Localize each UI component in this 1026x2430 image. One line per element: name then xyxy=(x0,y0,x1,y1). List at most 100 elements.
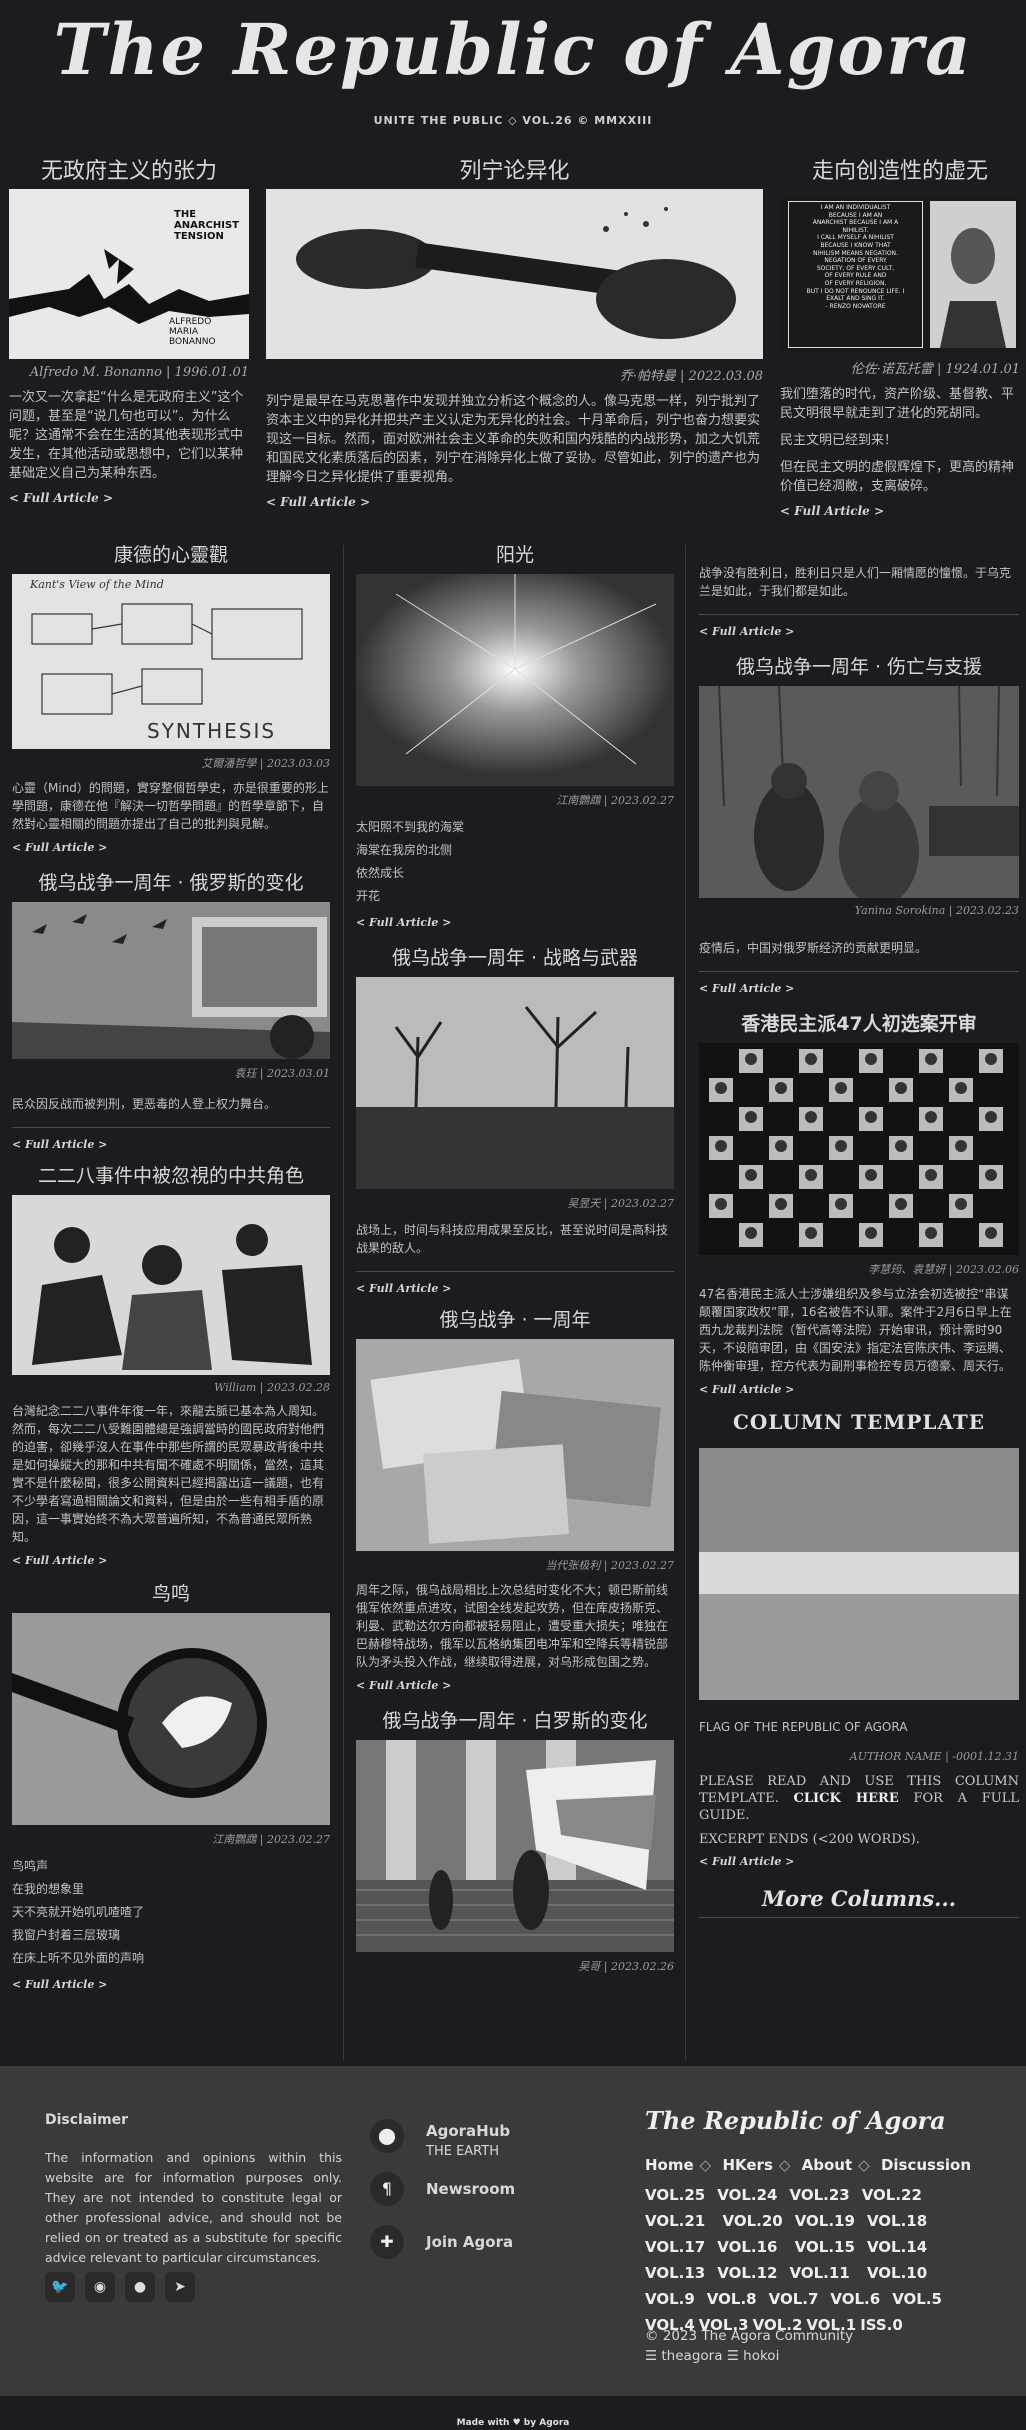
nav-hkers[interactable]: HKers xyxy=(722,2156,772,2174)
full-article-link[interactable]: < Full Article > xyxy=(356,1282,674,1295)
more-columns-link[interactable]: More Columns... xyxy=(699,1886,1019,1911)
volume-link[interactable]: VOL.14 xyxy=(867,2234,927,2260)
quote-line: SOCIETY, OF EVERY CULT, xyxy=(816,264,895,272)
article-image[interactable] xyxy=(356,977,674,1189)
quote-line: I AM AN INDIVIDUALIST xyxy=(820,204,891,211)
full-article-link[interactable]: < Full Article > xyxy=(12,1978,330,1991)
article-image[interactable] xyxy=(12,1195,330,1375)
full-article-link[interactable]: < Full Article > xyxy=(356,916,674,929)
hub-title: Newsroom xyxy=(426,2180,516,2198)
volume-link[interactable]: VOL.24 xyxy=(717,2182,777,2208)
footer-logo[interactable]: The Republic of Agora xyxy=(645,2106,946,2135)
article-title[interactable]: 列宁论异化 xyxy=(266,155,763,189)
reddit-icon[interactable]: ● xyxy=(125,2272,155,2302)
portrait-face xyxy=(805,1227,817,1239)
volume-link[interactable]: VOL.19 xyxy=(795,2208,855,2234)
article-byline: 吴哥 | 2023.02.26 xyxy=(578,1960,674,1973)
copyright: © 2023 The Agora Community xyxy=(645,2328,854,2344)
volume-link[interactable]: VOL.12 xyxy=(717,2260,777,2286)
excerpt-note: EXCERPT ENDS (<200 WORDS). xyxy=(699,1832,920,1847)
column-divider xyxy=(685,545,686,2060)
quote-line: OF EVERY RULE AND xyxy=(824,272,887,280)
volume-link[interactable]: VOL.20 xyxy=(722,2208,782,2234)
article-title[interactable]: 鸟鸣 xyxy=(12,1579,330,1609)
volume-link[interactable]: VOL.17 xyxy=(645,2234,705,2260)
volume-link[interactable]: VOL.7 xyxy=(769,2286,819,2312)
article-title[interactable]: 俄乌战争一周年 · 俄罗斯的变化 xyxy=(12,868,330,898)
article-title[interactable]: 俄乌战争一周年 · 战略与武器 xyxy=(356,943,674,973)
twitter-icon[interactable]: 🐦 xyxy=(45,2272,75,2302)
github-icon[interactable]: ◉ xyxy=(85,2272,115,2302)
article-title[interactable]: 俄乌战争一周年 · 白罗斯的变化 xyxy=(356,1706,674,1736)
volume-link[interactable]: VOL.6 xyxy=(830,2286,880,2312)
full-article-link[interactable]: < Full Article > xyxy=(699,982,1019,995)
volume-link[interactable]: VOL.13 xyxy=(645,2260,705,2286)
disclaimer-title: Disclaimer xyxy=(45,2112,129,2128)
article-image[interactable]: THE ANARCHIST TENSION ALFREDO MARIA BONA… xyxy=(9,189,249,359)
article-title[interactable]: 无政府主义的张力 xyxy=(9,155,249,189)
article-title[interactable]: 香港民主派47人初选案开审 xyxy=(699,1009,1019,1039)
full-article-link[interactable]: < Full Article > xyxy=(9,491,249,505)
full-article-link[interactable]: < Full Article > xyxy=(12,1138,330,1151)
full-article-link[interactable]: < Full Article > xyxy=(266,495,763,509)
article-title[interactable]: 阳光 xyxy=(356,540,674,570)
poem-line: 天不亮就开始叽叽喳喳了 xyxy=(12,1905,145,1919)
agora-flag-image[interactable] xyxy=(699,1448,1019,1700)
column-divider xyxy=(343,545,344,2060)
nav-discussion[interactable]: Discussion xyxy=(881,2156,971,2174)
article-image[interactable] xyxy=(356,1740,674,1952)
article-image[interactable] xyxy=(699,1043,1019,1255)
portrait-face xyxy=(895,1140,907,1152)
article-title[interactable]: COLUMN TEMPLATE xyxy=(699,1410,1019,1434)
volume-link[interactable]: VOL.8 xyxy=(707,2286,757,2312)
volume-link[interactable]: VOL.10 xyxy=(867,2260,927,2286)
article-image[interactable] xyxy=(356,1339,674,1551)
full-article-link[interactable]: < Full Article > xyxy=(699,1855,1019,1868)
full-article-link[interactable]: < Full Article > xyxy=(356,1679,674,1692)
article-image[interactable] xyxy=(12,902,330,1059)
volume-link[interactable]: VOL.21 xyxy=(645,2208,705,2234)
article-title[interactable]: 走向创造性的虚无 xyxy=(780,155,1020,189)
volume-link[interactable]: VOL.18 xyxy=(867,2208,927,2234)
volume-link[interactable]: VOL.22 xyxy=(862,2182,922,2208)
volume-link[interactable]: VOL.25 xyxy=(645,2182,705,2208)
image-caption-line: BONANNO xyxy=(169,337,216,347)
site-title[interactable]: The Republic of Agora xyxy=(0,8,1026,91)
article-title[interactable]: 俄乌战争一周年 · 伤亡与支援 xyxy=(699,652,1019,682)
portrait-face xyxy=(895,1082,907,1094)
divider xyxy=(699,614,1019,615)
portrait-face xyxy=(865,1227,877,1239)
full-article-link[interactable]: < Full Article > xyxy=(780,504,1020,518)
article-excerpt: 列宁是最早在马克思著作中发现并独立分析这个概念的人。像马克思一样，列宁批判了资本… xyxy=(266,394,761,485)
article-title[interactable]: 俄乌战争 · 一周年 xyxy=(356,1305,674,1335)
quote-line: BECAUSE I KNOW THAT xyxy=(820,241,891,249)
volume-link[interactable]: VOL.15 xyxy=(795,2234,855,2260)
volume-link[interactable]: VOL.23 xyxy=(789,2182,849,2208)
divider xyxy=(356,1271,674,1272)
article-byline: 伦佐·诺瓦托雷 | 1924.01.01 xyxy=(850,362,1020,377)
article-image[interactable]: I AM AN INDIVIDUALIST BECAUSE I AM AN AN… xyxy=(780,197,1020,352)
article-image[interactable] xyxy=(356,574,674,786)
volume-link[interactable]: VOL.16 xyxy=(717,2234,777,2260)
article-image[interactable] xyxy=(699,686,1019,898)
article-title[interactable]: 康德的心靈觀 xyxy=(12,540,330,570)
volume-link[interactable]: ISS.0 xyxy=(860,2312,903,2338)
portrait-face xyxy=(955,1198,967,1210)
nav-about[interactable]: About xyxy=(802,2156,853,2174)
article-image[interactable] xyxy=(266,189,763,359)
guide-link[interactable]: CLICK HERE xyxy=(794,1791,899,1806)
article-image[interactable]: Kant's View of the Mind SYNTHESIS xyxy=(12,574,330,749)
full-article-link[interactable]: < Full Article > xyxy=(12,1554,330,1567)
full-article-link[interactable]: < Full Article > xyxy=(699,1383,1019,1396)
full-article-link[interactable]: < Full Article > xyxy=(12,841,330,854)
full-article-link[interactable]: < Full Article > xyxy=(699,625,1019,638)
volume-link[interactable]: VOL.5 xyxy=(892,2286,942,2312)
telegram-icon[interactable]: ➤ xyxy=(165,2272,195,2302)
nav-home[interactable]: Home xyxy=(645,2156,694,2174)
article-image[interactable] xyxy=(12,1613,330,1825)
article-byline: 艾爾潘哲學 | 2023.03.03 xyxy=(201,757,330,770)
article-title[interactable]: 二二八事件中被忽視的中共角色 xyxy=(12,1161,330,1191)
community-handles[interactable]: ☰ theagora ☰ hokoi xyxy=(645,2348,779,2364)
volume-link[interactable]: VOL.9 xyxy=(645,2286,695,2312)
volume-link[interactable]: VOL.11 xyxy=(789,2260,849,2286)
